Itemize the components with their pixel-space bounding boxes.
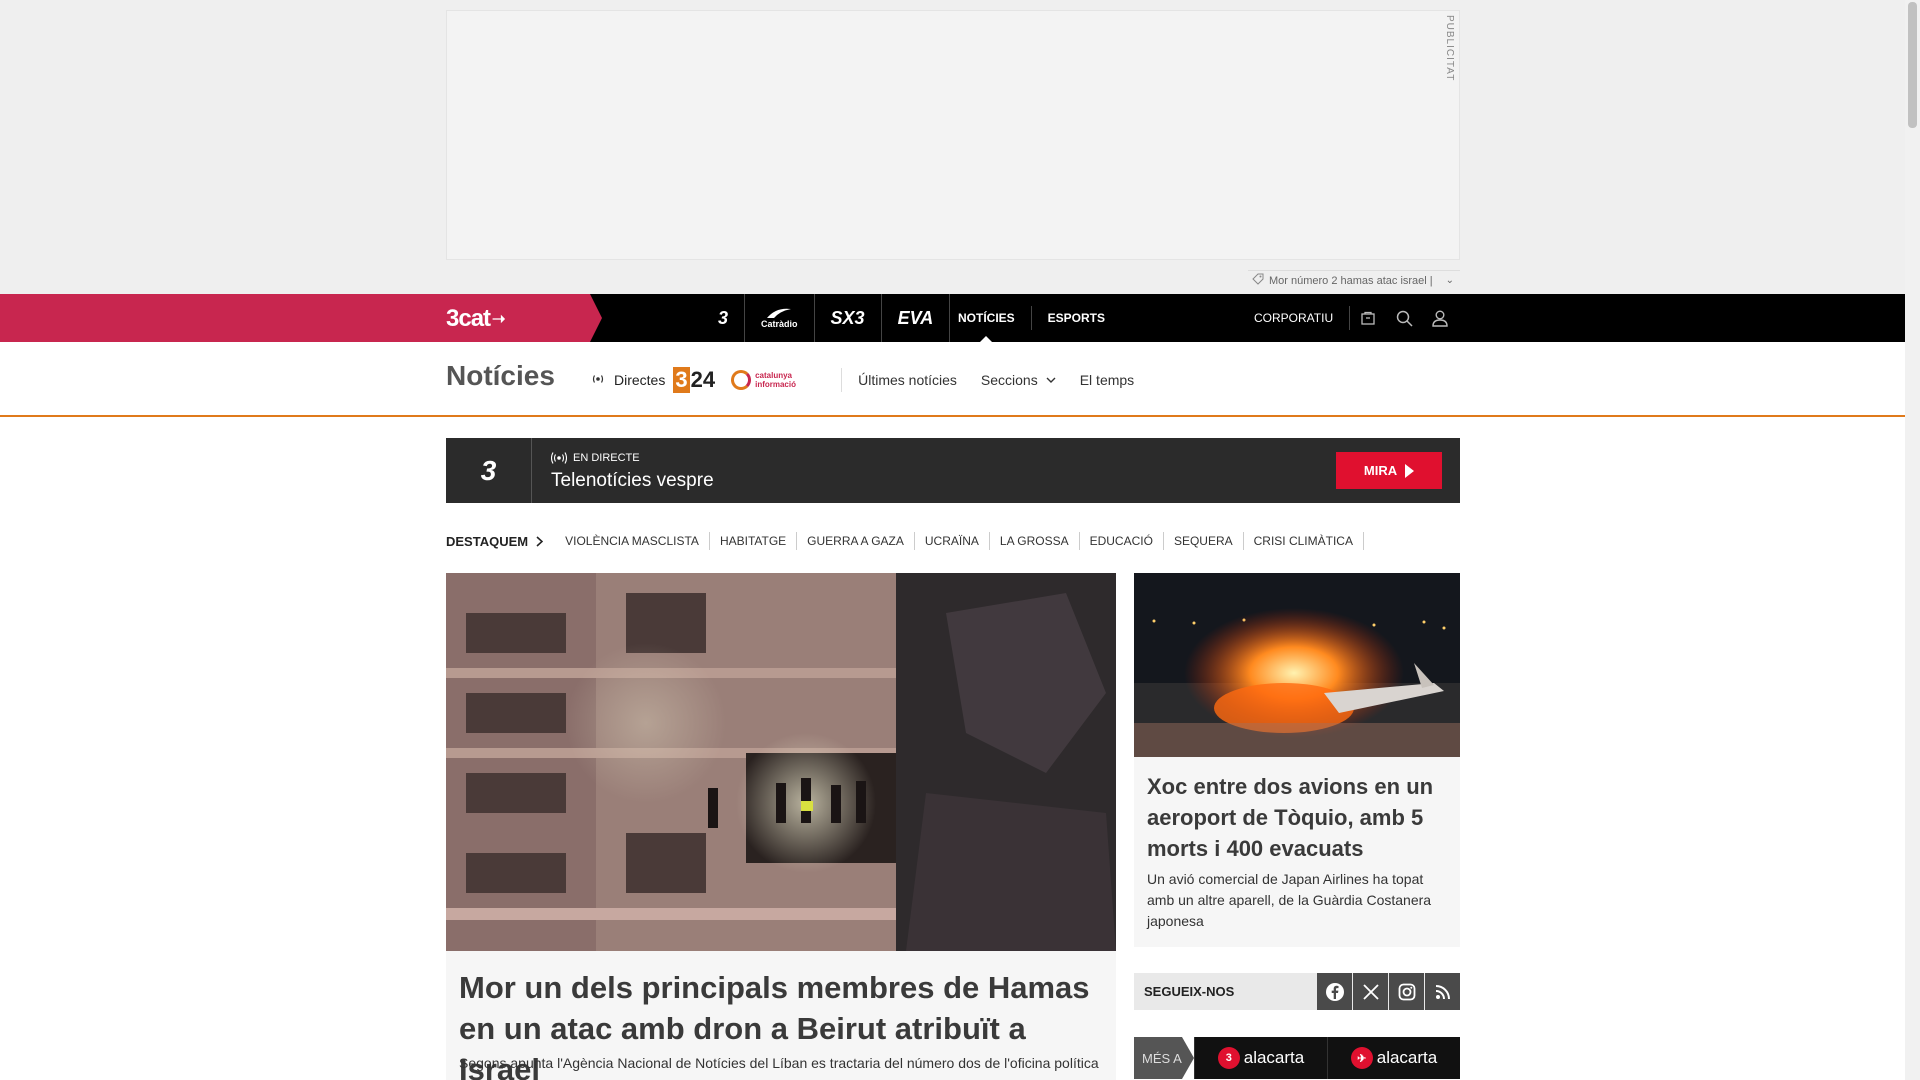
tv3-logo[interactable]: 3 (702, 294, 746, 342)
shop-icon[interactable] (1350, 294, 1386, 342)
scrollbar-thumb[interactable] (1908, 2, 1917, 128)
main-story-image[interactable] (446, 573, 1116, 951)
featured-topics: DESTAQUEM VIOLÈNCIA MASCLISTA HABITATGE … (446, 530, 1364, 552)
ci-text: catalunya informació (755, 371, 796, 389)
eva-logo[interactable]: EVA (882, 294, 951, 342)
324-text: 24 (690, 367, 716, 392)
top-right-tools: CORPORATIU (1238, 294, 1458, 342)
chevron-right-icon (536, 535, 544, 547)
live-label-text: EN DIRECTE (573, 452, 640, 464)
rss-icon[interactable] (1425, 973, 1460, 1010)
live-program-title[interactable]: Telenotícies vespre (551, 470, 714, 492)
x-icon[interactable] (1353, 973, 1388, 1010)
ad-area: PUBLICITAT Mor número 2 hamas atac israe… (0, 0, 1905, 294)
side-story-headline[interactable]: Xoc entre dos avions en un aeroport de T… (1147, 771, 1447, 864)
top-nav: NOTÍCIES ESPORTS (942, 294, 1121, 342)
side-story-image[interactable] (1134, 573, 1460, 757)
side-story-card[interactable]: Xoc entre dos avions en un aeroport de T… (1134, 757, 1460, 947)
watch-label: MIRA (1363, 463, 1398, 478)
follow-us-label: SEGUEIX-NOS (1144, 984, 1235, 999)
seccions-label: Seccions (980, 372, 1038, 388)
topic-tag[interactable]: UCRAÏNA (915, 532, 990, 550)
topic-tag[interactable]: LA GROSSA (990, 532, 1080, 550)
catradio-text: Catràdio (761, 319, 798, 329)
section-title[interactable]: Notícies (446, 360, 555, 392)
ci-circle-icon (731, 370, 752, 390)
topic-tag[interactable]: HABITATGE (710, 532, 798, 550)
topic-tag[interactable]: SEQUERA (1164, 532, 1244, 550)
sx3-logo[interactable]: SX3 (815, 294, 882, 342)
channel-logos: 3 Catràdio SX3 EVA (702, 294, 951, 342)
324-square: 3 (673, 367, 690, 393)
directes-link[interactable]: Directes (590, 372, 665, 388)
broadcast-icon (590, 372, 606, 388)
topic-tag[interactable]: VIOLÈNCIA MASCLISTA (555, 532, 710, 550)
section-header: Notícies Directes 3 24 catalunya informac… (0, 342, 1905, 417)
watch-live-button[interactable]: MIRA (1336, 452, 1442, 489)
seccions-dropdown[interactable]: Seccions (981, 372, 1056, 388)
catradio-logo[interactable]: Catràdio (745, 294, 815, 342)
main-story-card[interactable]: Mor un dels principals membres de Hamas … (446, 951, 1116, 1080)
ultimes-noticies-link[interactable]: Últimes notícies (858, 372, 957, 388)
tv3-alacarta-link[interactable]: 3 alacarta (1194, 1037, 1327, 1079)
facebook-icon[interactable] (1317, 973, 1352, 1010)
nav-esports[interactable]: ESPORTS (1032, 294, 1121, 342)
play-icon (1405, 463, 1415, 478)
el-temps-link[interactable]: El temps (1080, 372, 1134, 388)
alacarta-text: alacarta (1243, 1048, 1305, 1067)
destaquem-label: DESTAQUEM (446, 533, 529, 549)
ad-tag-bar[interactable]: Mor número 2 hamas atac israel | ⌄ (1248, 270, 1460, 290)
main-story-lead: Segons apunta l'Agència Nacional de Notí… (459, 1055, 1099, 1071)
live-banner[interactable]: 3 EN DIRECTE Telenotícies vespre MIRA (446, 438, 1460, 503)
tv3-channel-logo: 3 (446, 438, 532, 503)
mes-a-bar: MÉS A 3 alacarta ✈ alacarta (1134, 1037, 1460, 1079)
directes-label: Directes (614, 372, 666, 388)
scrollbar-track[interactable] (1905, 0, 1920, 1080)
nav-divider (841, 368, 843, 392)
ad-tag-text: Mor número 2 hamas atac israel | (1269, 274, 1433, 287)
destaquem-heading[interactable]: DESTAQUEM (446, 533, 544, 549)
alacarta-text: alacarta (1376, 1048, 1438, 1067)
mes-a-label: MÉS A (1134, 1037, 1194, 1079)
catalunya-informacio-logo[interactable]: catalunya informació (731, 370, 825, 390)
topic-tag[interactable]: EDUCACIÓ (1080, 532, 1164, 550)
3cat-logo[interactable]: 3cat ➝ (446, 305, 505, 333)
broadcast-icon (551, 452, 567, 464)
live-label: EN DIRECTE (551, 452, 640, 464)
top-bar: 3cat ➝ 3 Catràdio SX3 EVA NOTÍCIES ESPOR… (0, 294, 1905, 342)
side-story-lead: Un avió comercial de Japan Airlines ha t… (1147, 871, 1432, 929)
brand-band (0, 294, 602, 342)
chevron-down-icon[interactable]: ⌄ (1446, 275, 1454, 286)
corporatiu-link[interactable]: CORPORATIU (1238, 306, 1351, 330)
brand-text: 3cat (446, 305, 491, 332)
brand-arrow-icon: ➝ (492, 311, 505, 328)
section-nav: Directes 3 24 catalunya informació Últime… (590, 362, 1158, 398)
catradio-alacarta-link[interactable]: ✈ alacarta (1327, 1037, 1460, 1079)
follow-us-bar: SEGUEIX-NOS (1134, 973, 1460, 1010)
topic-tag[interactable]: CRISI CLIMÀTICA (1244, 532, 1364, 550)
catradio-badge-icon: ✈ (1350, 1047, 1373, 1069)
topic-tag[interactable]: GUERRA A GAZA (797, 532, 915, 550)
324-logo[interactable]: 3 24 (673, 367, 715, 393)
search-icon[interactable] (1386, 294, 1422, 342)
user-icon[interactable] (1422, 294, 1458, 342)
ad-banner[interactable] (446, 10, 1460, 260)
tag-icon (1252, 273, 1264, 288)
chevron-down-icon (1046, 377, 1056, 383)
nav-noticies[interactable]: NOTÍCIES (942, 294, 1031, 342)
ad-label: PUBLICITAT (1444, 15, 1455, 82)
instagram-icon[interactable] (1389, 973, 1424, 1010)
tv3-badge-icon: 3 (1217, 1047, 1240, 1069)
